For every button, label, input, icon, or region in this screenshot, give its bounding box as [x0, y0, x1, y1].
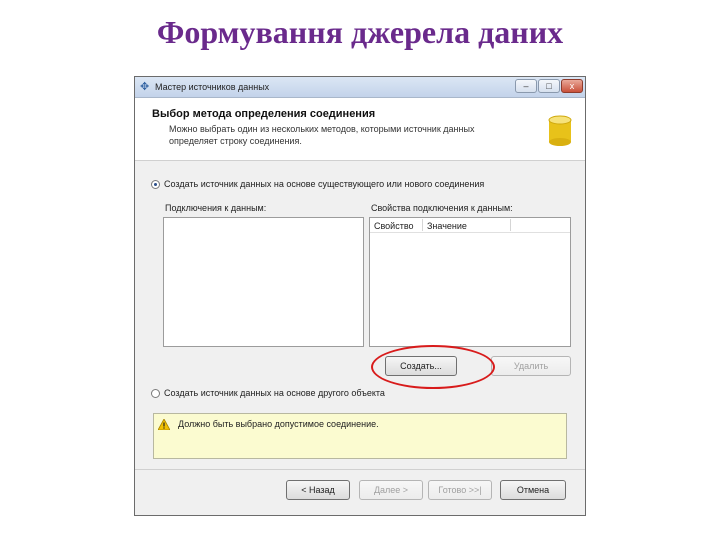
connections-label: Подключения к данным: — [165, 203, 267, 213]
wizard-icon: ✥ — [140, 81, 150, 93]
slide-title: Формування джерела даних — [156, 14, 564, 50]
connections-list[interactable] — [163, 217, 364, 347]
option-existing-connection-label[interactable]: Создать источник данных на основе сущест… — [164, 179, 484, 189]
option-other-object-label[interactable]: Создать источник данных на основе другог… — [164, 388, 385, 398]
warning-text: Должно быть выбрано допустимое соединени… — [178, 419, 379, 429]
next-button[interactable]: Далее > — [359, 480, 423, 500]
column-header-value[interactable]: Значение — [427, 221, 467, 231]
back-button[interactable]: < Назад — [286, 480, 350, 500]
properties-grid[interactable]: Свойство Значение — [369, 217, 571, 347]
wizard-window: ✥ Мастер источников данных – □ x Выбор м… — [134, 76, 586, 516]
page-title: Выбор метода определения соединения — [152, 108, 376, 120]
cancel-button[interactable]: Отмена — [500, 480, 566, 500]
properties-header-row: Свойство Значение — [370, 218, 570, 233]
properties-label: Свойства подключения к данным: — [371, 203, 513, 213]
database-icon — [548, 115, 572, 146]
wizard-header: Выбор метода определения соединения Можн… — [135, 98, 585, 161]
highlight-circle — [371, 345, 495, 389]
finish-button[interactable]: Готово >>| — [428, 480, 492, 500]
footer-divider — [135, 469, 585, 470]
warning-box: Должно быть выбрано допустимое соединени… — [153, 413, 567, 459]
column-divider — [510, 219, 511, 231]
option-other-object-radio[interactable] — [151, 389, 160, 398]
option-existing-connection-radio[interactable] — [151, 180, 160, 189]
window-title: Мастер источников данных — [155, 82, 270, 92]
minimize-button[interactable]: – — [515, 79, 537, 93]
delete-connection-button[interactable]: Удалить — [491, 356, 571, 376]
warning-icon — [158, 419, 170, 430]
close-button[interactable]: x — [561, 79, 583, 93]
column-header-property[interactable]: Свойство — [374, 221, 414, 231]
page-description: Можно выбрать один из нескольких методов… — [169, 124, 475, 146]
column-divider — [422, 219, 423, 231]
window-titlebar[interactable]: ✥ Мастер источников данных – □ x — [135, 77, 585, 98]
maximize-button[interactable]: □ — [538, 79, 560, 93]
